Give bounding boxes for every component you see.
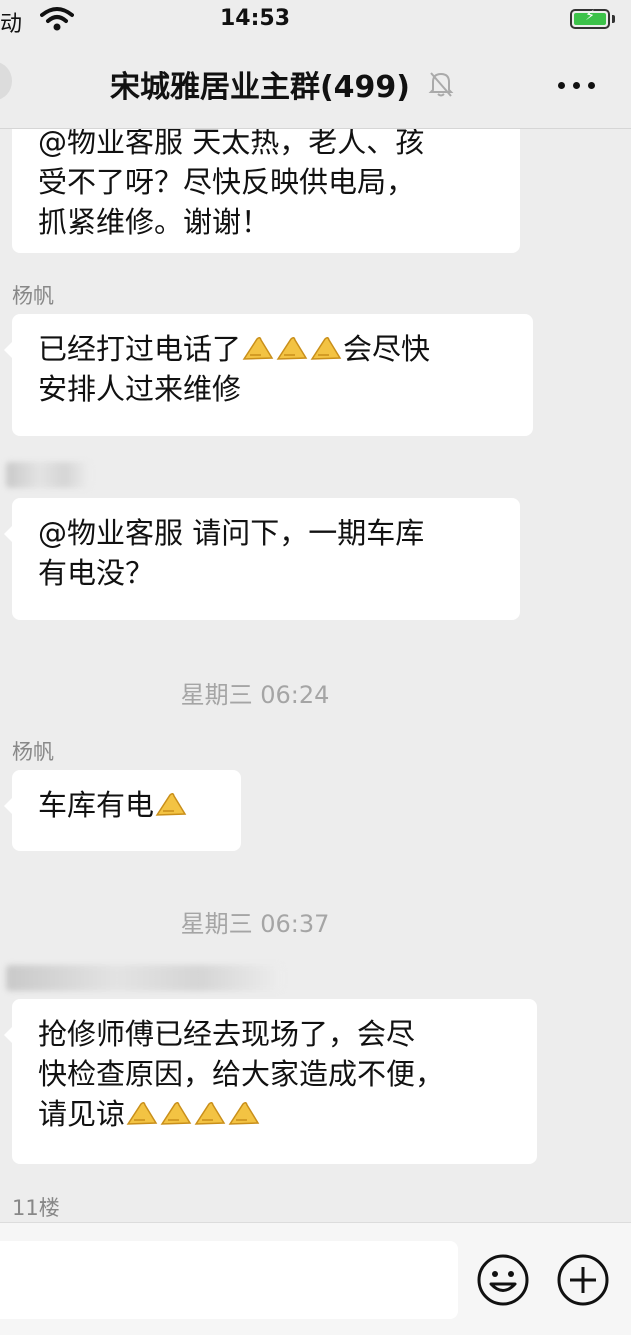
message-line: 抓紧维修。谢谢！ [38,205,271,239]
sender-name: 杨帆 [12,284,54,308]
sender-name: 11楼 [12,1196,60,1220]
folded-hands-emoji-icon [160,1101,192,1125]
message-bubble[interactable]: 已经打过电话了 会尽快 安排人过来维修 [4,314,533,436]
message-line: @物业客服 请问下，一期车库 [38,516,425,550]
message-line: 抢修师傅已经去现场了，会尽 [38,1017,416,1051]
blurred-sender-name [6,462,90,488]
message-line: 有电没？ [38,556,155,590]
message-bubble[interactable]: @物业客服 天太热，老人、孩 受不了呀？尽快反映供电局， 抓紧维修。谢谢！ [12,129,520,253]
blurred-sender-name [6,965,282,991]
sender-name: 杨帆 [12,740,54,764]
plus-icon[interactable] [556,1253,610,1307]
message-line: 车库有电 [38,785,215,825]
folded-hands-emoji-icon [194,1101,226,1125]
group-name: 宋城雅居业主群 [109,70,320,105]
folded-hands-emoji-icon [228,1101,260,1125]
status-bar: 移动 14:53 ⚡ [0,0,631,40]
mute-bell-icon [428,72,454,97]
message-line: 安排人过来维修 [38,372,242,406]
input-bar [0,1222,631,1335]
battery-charging-icon: ⚡ [570,8,610,29]
message-list[interactable]: @物业客服 天太热，老人、孩 受不了呀？尽快反映供电局， 抓紧维修。谢谢！ 杨帆… [0,129,631,1222]
battery-cap [612,15,615,23]
more-icon[interactable] [552,64,602,104]
timestamp: 星期三 06:37 [180,910,330,938]
chat-nav-bar: 宋城雅居业主群(499) [0,40,631,129]
status-time: 14:53 [219,6,291,31]
message-line: 快检查原因，给大家造成不便， [38,1057,445,1091]
member-count: (499) [319,70,411,105]
folded-hands-emoji-icon [276,336,308,360]
message-line: 受不了呀？尽快反映供电局， [38,165,416,199]
message-line: 已经打过电话了 会尽快 [38,332,431,366]
timestamp: 星期三 06:24 [180,681,330,709]
folded-hands-emoji-icon [310,336,342,360]
message-bubble[interactable]: @物业客服 请问下，一期车库 有电没？ [4,498,520,620]
folded-hands-emoji-icon [242,336,274,360]
emoji-icon[interactable] [476,1253,530,1307]
message-line: 请见谅 [38,1094,511,1134]
message-input[interactable] [0,1241,458,1319]
message-bubble[interactable]: 抢修师傅已经去现场了，会尽 快检查原因，给大家造成不便， 请见谅 [4,999,537,1164]
message-bubble[interactable]: 车库有电 [4,770,241,851]
folded-hands-emoji-icon [155,792,187,816]
folded-hands-emoji-icon [126,1101,158,1125]
message-line: @物业客服 天太热，老人、孩 [38,129,425,159]
